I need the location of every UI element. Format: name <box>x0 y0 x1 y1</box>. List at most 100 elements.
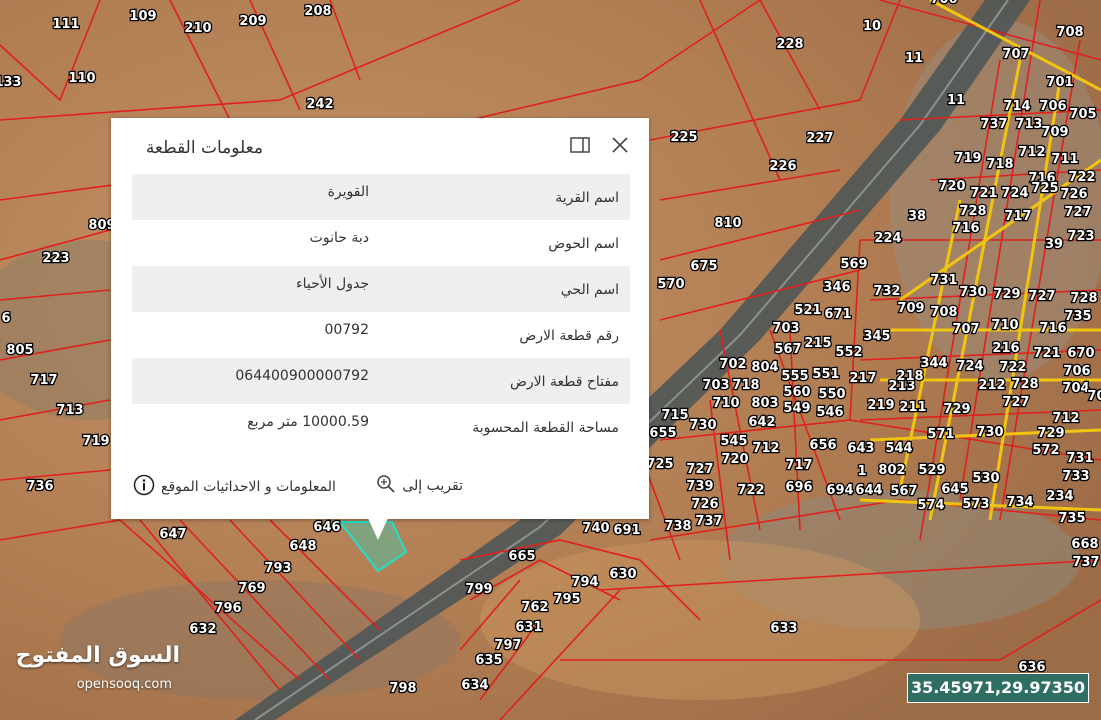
parcel-number-label: 560 <box>783 385 810 400</box>
parcel-number-label: 643 <box>847 441 874 456</box>
parcel-number-label: 727 <box>686 462 713 477</box>
parcel-number-label: 635 <box>475 653 502 668</box>
parcel-number-label: 670 <box>1067 346 1094 361</box>
parcel-number-label: 225 <box>670 130 697 145</box>
attribute-label: رقم قطعة الارض <box>519 328 619 344</box>
parcel-number-label: 721 <box>970 186 997 201</box>
parcel-number-label: 707 <box>1002 47 1029 62</box>
zoom-to-label: تقريب إلى <box>402 478 463 494</box>
parcel-number-label: 630 <box>609 567 636 582</box>
location-info-link[interactable]: المعلومات و الاحداثيات الموقع <box>133 474 336 500</box>
popup-pointer <box>368 518 388 540</box>
parcel-number-label: 714 <box>1003 99 1030 114</box>
parcel-info-popup: معلومات القطعة اسم القرية القويرة اسم ال… <box>111 118 649 519</box>
parcel-number-label: 805 <box>6 343 33 358</box>
parcel-number-label: 567 <box>774 342 801 357</box>
parcel-number-label: 710 <box>712 396 739 411</box>
parcel-number-label: 567 <box>890 484 917 499</box>
parcel-number-label: 739 <box>686 479 713 494</box>
parcel-number-label: 703 <box>702 378 729 393</box>
parcel-number-label: 712 <box>1018 145 1045 160</box>
popup-actions: تقريب إلى المعلومات و الاحداثيات الموقع <box>133 474 633 496</box>
parcel-number-label: 224 <box>874 231 901 246</box>
parcel-number-label: 736 <box>26 479 53 494</box>
attribute-value: القويرة <box>327 184 369 200</box>
parcel-number-label: 803 <box>751 396 778 411</box>
parcel-number-label: 737 <box>1072 555 1099 570</box>
parcel-number-label: 728 <box>959 204 986 219</box>
parcel-number-label: 645 <box>941 482 968 497</box>
parcel-number-label: 716 <box>952 221 979 236</box>
parcel-number-label: 210 <box>184 21 211 36</box>
parcel-number-label: 735 <box>1064 309 1091 324</box>
parcel-number-label: 632 <box>189 622 216 637</box>
parcel-number-label: 665 <box>508 549 535 564</box>
parcel-number-label: 521 <box>794 303 821 318</box>
parcel-number-label: 39 <box>1045 237 1063 252</box>
parcel-number-label: 706 <box>930 0 957 7</box>
parcel-number-label: 731 <box>1066 451 1093 466</box>
parcel-number-label: 647 <box>159 527 186 542</box>
parcel-number-label: 228 <box>776 37 803 52</box>
parcel-number-label: 1 <box>857 464 866 479</box>
attribute-row: مساحة القطعة المحسوبة 10000.59 متر مربع <box>132 404 630 450</box>
attribute-value: 064400900000792 <box>235 368 369 384</box>
parcel-number-label: 727 <box>1064 205 1091 220</box>
parcel-number-label: 642 <box>748 415 775 430</box>
parcel-number-label: 719 <box>954 151 981 166</box>
parcel-number-label: 631 <box>515 620 542 635</box>
attribute-value: 10000.59 متر مربع <box>247 414 369 430</box>
attribute-label: مساحة القطعة المحسوبة <box>472 420 619 436</box>
parcel-number-label: 546 <box>816 405 843 420</box>
parcel-number-label: 133 <box>0 75 22 90</box>
parcel-number-label: 706 <box>1063 364 1090 379</box>
parcel-number-label: 729 <box>993 287 1020 302</box>
parcel-number-label: 712 <box>752 441 779 456</box>
parcel-number-label: 734 <box>1006 495 1033 510</box>
dock-icon[interactable] <box>569 134 591 156</box>
parcel-number-label: 722 <box>737 483 764 498</box>
parcel-number-label: 694 <box>826 483 853 498</box>
attribute-label: اسم القرية <box>555 190 619 206</box>
attribute-label: مفتاح قطعة الارض <box>509 374 619 390</box>
parcel-number-label: 719 <box>82 434 109 449</box>
parcel-number-label: 726 <box>1060 187 1087 202</box>
parcel-number-label: 696 <box>785 480 812 495</box>
parcel-number-label: 707 <box>952 322 979 337</box>
attribute-row: مفتاح قطعة الارض 064400900000792 <box>132 358 630 404</box>
parcel-number-label: 717 <box>785 458 812 473</box>
parcel-number-label: 730 <box>976 425 1003 440</box>
parcel-number-label: 218 <box>896 369 923 384</box>
parcel-number-label: 345 <box>863 329 890 344</box>
parcel-number-label: 717 <box>30 373 57 388</box>
parcel-number-label: 723 <box>1067 229 1094 244</box>
parcel-number-label: 708 <box>930 305 957 320</box>
parcel-number-label: 569 <box>840 257 867 272</box>
parcel-number-label: 712 <box>1052 411 1079 426</box>
parcel-number-label: 551 <box>812 367 839 382</box>
parcel-number-label: 720 <box>721 452 748 467</box>
parcel-number-label: 715 <box>661 408 688 423</box>
parcel-number-label: 226 <box>769 159 796 174</box>
parcel-number-label: 724 <box>956 359 983 374</box>
parcel-number-label: 722 <box>1068 170 1095 185</box>
parcel-number-label: 798 <box>389 681 416 696</box>
parcel-number-label: 716 <box>1039 321 1066 336</box>
parcel-number-label: 216 <box>992 341 1019 356</box>
location-info-label: المعلومات و الاحداثيات الموقع <box>161 479 336 495</box>
watermark-latin: opensooq.com <box>76 677 172 692</box>
parcel-number-label: 572 <box>1032 443 1059 458</box>
zoom-to-button[interactable]: تقريب إلى <box>376 474 463 498</box>
parcel-number-label: 727 <box>1002 395 1029 410</box>
parcel-number-label: 215 <box>804 336 831 351</box>
parcel-number-label: 212 <box>978 378 1005 393</box>
watermark-arabic: السوق المفتوح <box>15 643 180 668</box>
parcel-number-label: 675 <box>690 259 717 274</box>
parcel-number-label: 644 <box>855 483 882 498</box>
close-icon[interactable] <box>609 134 631 156</box>
parcel-number-label: 217 <box>849 371 876 386</box>
parcel-number-label: 110 <box>68 71 95 86</box>
opensooq-watermark: السوق المفتوح opensooq.com <box>16 643 180 703</box>
parcel-number-label: 737 <box>695 514 722 529</box>
parcel-number-label: 227 <box>806 131 833 146</box>
